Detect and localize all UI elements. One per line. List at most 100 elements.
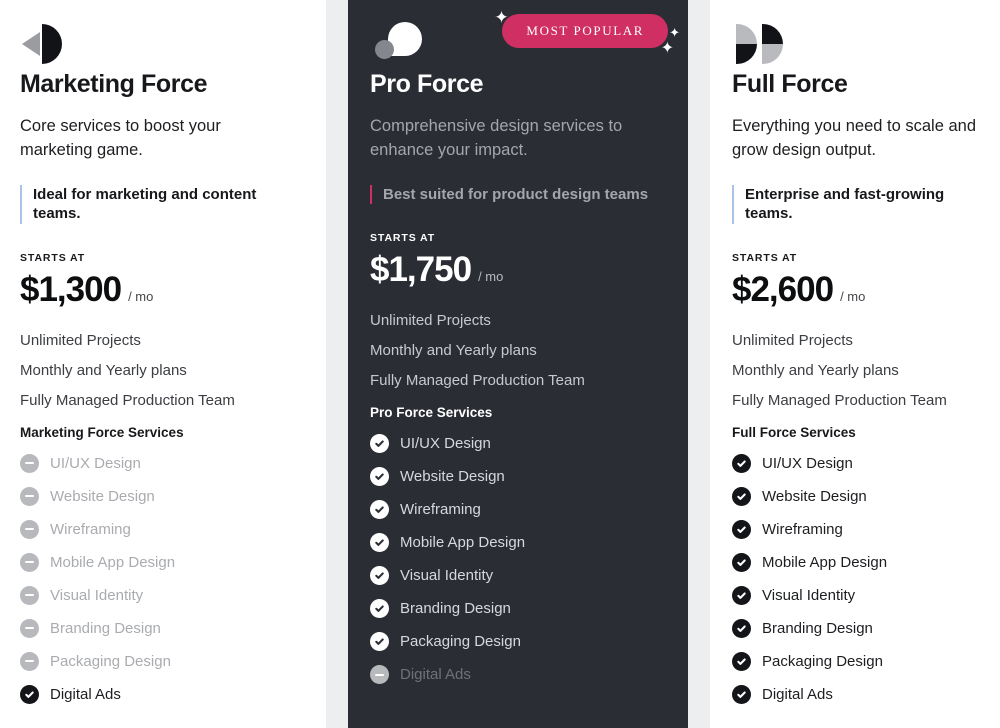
- services-list: UI/UX Design Website Design Wireframing …: [20, 453, 304, 704]
- services-title: Pro Force Services: [370, 405, 493, 421]
- check-circle-icon: [370, 632, 389, 652]
- list-item: UI/UX Design: [370, 434, 666, 454]
- list-item: Monthly and Yearly plans: [370, 342, 537, 360]
- page-title: Pro Force: [370, 70, 484, 98]
- full-force-logo-icon: [732, 14, 852, 64]
- triangle-shape: [22, 32, 40, 56]
- list-item: Unlimited Projects: [732, 331, 853, 349]
- sparkle-icon: ✦: [669, 25, 680, 40]
- list-item: UI/UX Design: [20, 453, 304, 473]
- most-popular-badge: ✦ ✦ ✦ MOST POPULAR: [494, 9, 680, 57]
- list-item: Unlimited Projects: [20, 331, 141, 349]
- list-item: Digital Ads: [732, 684, 978, 704]
- services-list: UI/UX Design Website Design Wireframing …: [370, 434, 666, 685]
- starts-at-label: STARTS AT: [20, 251, 86, 264]
- plan-price: $1,300: [20, 269, 122, 309]
- list-item: Digital Ads: [20, 684, 304, 704]
- service-label: Packaging Design: [50, 652, 171, 670]
- service-label: Website Design: [50, 487, 155, 505]
- price-row: $1,750 / mo: [370, 250, 666, 290]
- list-item: Packaging Design: [370, 632, 666, 652]
- half-disc-shape: [762, 24, 783, 64]
- service-label: Visual Identity: [50, 586, 144, 604]
- list-item: Packaging Design: [732, 651, 978, 671]
- check-circle-icon: [370, 434, 389, 454]
- list-item: Website Design: [732, 486, 978, 506]
- services-list: UI/UX Design Website Design Wireframing …: [732, 453, 978, 704]
- service-label: Mobile App Design: [400, 534, 526, 552]
- service-label: UI/UX Design: [50, 454, 141, 472]
- minus-circle-icon: [20, 651, 39, 671]
- plan-card-pro-force[interactable]: ✦ ✦ ✦ MOST POPULAR Pro Force Comprehensi…: [348, 0, 688, 728]
- minus-circle-icon: [20, 453, 39, 473]
- service-label: Packaging Design: [400, 633, 521, 651]
- service-label: Mobile App Design: [762, 553, 888, 571]
- list-item: Wireframing: [370, 500, 666, 520]
- list-item: Branding Design: [20, 618, 304, 638]
- service-label: Digital Ads: [400, 666, 471, 684]
- list-item: Website Design: [370, 467, 666, 487]
- sparkle-icon: ✦: [660, 40, 674, 57]
- plan-tagline: Best suited for product design teams: [370, 184, 666, 205]
- minus-circle-icon: [20, 486, 39, 506]
- sparkle-icon: ✦: [494, 8, 509, 27]
- list-item: Monthly and Yearly plans: [20, 361, 187, 379]
- list-item: Branding Design: [370, 599, 666, 619]
- starts-at-label: STARTS AT: [370, 232, 436, 245]
- service-label: Visual Identity: [400, 567, 494, 585]
- list-item: Packaging Design: [20, 651, 304, 671]
- plan-period: / mo: [478, 269, 504, 285]
- service-label: Website Design: [400, 468, 505, 486]
- list-item: Fully Managed Production Team: [732, 391, 947, 409]
- starts-at-label: STARTS AT: [732, 251, 798, 264]
- list-item: Mobile App Design: [732, 552, 978, 572]
- check-circle-icon: [732, 552, 751, 572]
- list-item: Mobile App Design: [370, 533, 666, 553]
- check-circle-icon: [370, 500, 389, 520]
- price-row: $1,300 / mo: [20, 270, 304, 310]
- service-label: Digital Ads: [50, 685, 121, 703]
- check-circle-icon: [370, 533, 389, 553]
- check-circle-icon: [370, 599, 389, 619]
- list-item: Fully Managed Production Team: [20, 391, 235, 409]
- service-label: Branding Design: [50, 619, 161, 637]
- service-label: Mobile App Design: [50, 553, 176, 571]
- check-circle-icon: [732, 618, 751, 638]
- list-item: Unlimited Projects: [370, 312, 491, 330]
- plan-price: $1,750: [370, 250, 472, 290]
- check-circle-icon: [732, 486, 751, 506]
- list-item: UI/UX Design: [732, 453, 978, 473]
- service-label: Wireframing: [50, 520, 131, 538]
- plan-card-marketing-force[interactable]: Marketing Force Core services to boost y…: [0, 0, 326, 728]
- check-circle-icon: [732, 684, 751, 704]
- service-label: Website Design: [762, 487, 867, 505]
- half-disc-shape: [42, 24, 62, 64]
- page-title: Marketing Force: [20, 70, 208, 98]
- list-item: Digital Ads: [370, 665, 666, 685]
- service-label: Digital Ads: [762, 685, 833, 703]
- list-item: Wireframing: [732, 519, 978, 539]
- perk-list: Unlimited Projects Monthly and Yearly pl…: [370, 312, 666, 389]
- service-label: UI/UX Design: [400, 435, 491, 453]
- list-item: Wireframing: [20, 519, 304, 539]
- plan-card-full-force[interactable]: Full Force Everything you need to scale …: [710, 0, 1000, 728]
- list-item: Branding Design: [732, 618, 978, 638]
- service-label: Branding Design: [400, 600, 511, 618]
- minus-circle-icon: [20, 552, 39, 572]
- list-item: Visual Identity: [370, 566, 666, 586]
- list-item: Monthly and Yearly plans: [732, 361, 899, 379]
- check-circle-icon: [370, 566, 389, 586]
- plan-description: Everything you need to scale and grow de…: [732, 117, 976, 159]
- service-label: Visual Identity: [762, 586, 856, 604]
- page-title: Full Force: [732, 70, 848, 98]
- list-item: Website Design: [20, 486, 304, 506]
- minus-circle-icon: [20, 519, 39, 539]
- plan-period: / mo: [128, 288, 154, 304]
- circle-shape: [375, 40, 394, 59]
- marketing-force-logo-icon: [20, 14, 130, 64]
- check-circle-icon: [732, 519, 751, 539]
- check-circle-icon: [732, 453, 751, 473]
- services-title: Full Force Services: [732, 424, 856, 440]
- service-label: UI/UX Design: [762, 454, 853, 472]
- perk-list: Unlimited Projects Monthly and Yearly pl…: [732, 332, 978, 409]
